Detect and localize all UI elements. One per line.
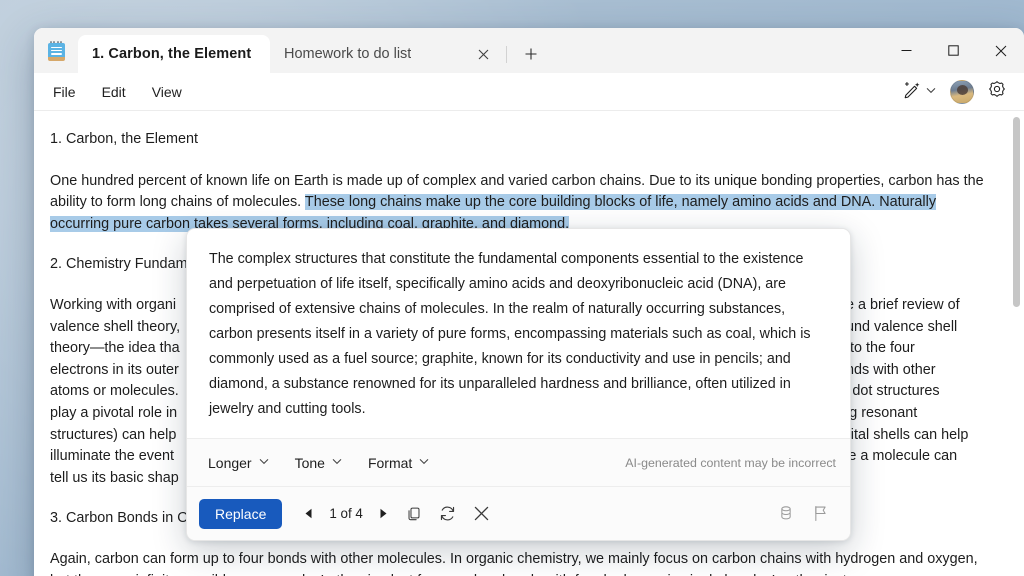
line: illuminate the event bbox=[50, 448, 174, 465]
close-icon[interactable] bbox=[466, 499, 498, 529]
tab-bar: 1. Carbon, the Element Homework to do li… bbox=[34, 28, 1024, 73]
chevron-down-icon bbox=[259, 457, 269, 468]
line: onds with other bbox=[838, 361, 936, 378]
document-paragraph-1: One hundred percent of known life on Ear… bbox=[50, 171, 998, 236]
line: is dot structures bbox=[838, 383, 940, 400]
ai-disclaimer: AI-generated content may be incorrect bbox=[625, 455, 836, 470]
format-dropdown[interactable]: Format bbox=[359, 450, 438, 476]
length-dropdown-label: Longer bbox=[208, 454, 252, 471]
avatar bbox=[950, 79, 974, 104]
tab-label: Homework to do list bbox=[284, 46, 412, 62]
menu-file[interactable]: File bbox=[40, 79, 89, 105]
tone-dropdown-label: Tone bbox=[294, 454, 325, 471]
line: structures) can help bbox=[50, 426, 177, 443]
app-icon bbox=[34, 28, 78, 73]
previous-arrow-icon[interactable] bbox=[296, 501, 320, 527]
replace-button[interactable]: Replace bbox=[199, 498, 283, 529]
line: ise a molecule can bbox=[838, 448, 958, 465]
new-tab-button[interactable] bbox=[515, 39, 547, 69]
notepad-icon bbox=[47, 40, 65, 61]
line: electrons in its outer bbox=[50, 361, 179, 378]
ai-options-row: Longer Tone Format AI-generated content … bbox=[187, 438, 850, 486]
menu-bar: File Edit View bbox=[34, 73, 1024, 111]
menu-edit[interactable]: Edit bbox=[89, 79, 139, 105]
chevron-down-icon bbox=[419, 457, 429, 468]
gear-icon bbox=[988, 80, 1006, 103]
length-dropdown[interactable]: Longer bbox=[199, 450, 278, 476]
line: tell us its basic shap bbox=[50, 469, 179, 486]
tab-carbon-the-element[interactable]: 1. Carbon, the Element bbox=[78, 35, 270, 73]
close-button[interactable] bbox=[977, 28, 1024, 73]
line: ing resonant bbox=[838, 404, 918, 421]
chevron-down-icon bbox=[926, 86, 936, 97]
line: e to the four bbox=[838, 340, 915, 357]
settings-button[interactable] bbox=[982, 77, 1012, 107]
line: rbital shells can help bbox=[838, 426, 969, 443]
credits-coins-icon[interactable] bbox=[770, 499, 802, 529]
ai-rewrite-button[interactable] bbox=[896, 77, 942, 107]
paragraph-2-left-column: Working with organi valence shell theory… bbox=[50, 295, 202, 489]
notepad-window: 1. Carbon, the Element Homework to do li… bbox=[34, 28, 1024, 576]
heading-2-visible-text: 2. Chemistry Fundamentals bbox=[50, 256, 202, 273]
line: play a pivotal role in bbox=[50, 404, 178, 421]
close-icon[interactable] bbox=[470, 41, 496, 67]
document-paragraph-3: Again, carbon can form up to four bonds … bbox=[50, 550, 978, 576]
tone-dropdown[interactable]: Tone bbox=[286, 450, 351, 476]
minimize-button[interactable] bbox=[883, 28, 930, 73]
next-arrow-icon[interactable] bbox=[372, 501, 396, 527]
line: atoms or molecules. bbox=[50, 383, 179, 400]
line: ound valence shell bbox=[838, 318, 958, 335]
document-heading-1: 1. Carbon, the Element bbox=[50, 131, 198, 147]
tab-homework-to-do-list[interactable]: Homework to do list bbox=[270, 35, 506, 73]
ai-rewrite-pen-icon bbox=[902, 80, 921, 104]
copy-icon[interactable] bbox=[398, 499, 430, 529]
paragraph-2-right-column: de a brief review of ound valence shell … bbox=[838, 295, 998, 489]
ai-generated-text: The complex structures that constitute t… bbox=[187, 229, 850, 438]
window-controls bbox=[883, 28, 1024, 73]
chevron-down-icon bbox=[332, 457, 342, 468]
line: valence shell theory, bbox=[50, 318, 181, 335]
heading-3-visible-text: 3. Carbon Bonds in Organic Chemistry bbox=[50, 510, 202, 527]
format-dropdown-label: Format bbox=[367, 454, 413, 471]
page-indicator: 1 of 4 bbox=[329, 506, 363, 521]
line: de a brief review of bbox=[838, 296, 960, 313]
tab-label: 1. Carbon, the Element bbox=[92, 46, 252, 62]
flag-icon[interactable] bbox=[804, 499, 836, 529]
refresh-icon[interactable] bbox=[432, 499, 464, 529]
ai-actions-row: Replace 1 of 4 bbox=[187, 486, 850, 540]
line: theory—the idea tha bbox=[50, 340, 180, 357]
scrollbar-thumb[interactable] bbox=[1013, 117, 1020, 307]
account-button[interactable] bbox=[944, 77, 980, 107]
maximize-button[interactable] bbox=[930, 28, 977, 73]
toolbar-right bbox=[896, 77, 1012, 107]
line: Working with organi bbox=[50, 296, 177, 313]
document-scrollbar[interactable] bbox=[1013, 117, 1020, 576]
menu-view[interactable]: View bbox=[139, 79, 195, 105]
tab-separator bbox=[506, 46, 507, 63]
ai-rewrite-popup: The complex structures that constitute t… bbox=[186, 228, 851, 541]
